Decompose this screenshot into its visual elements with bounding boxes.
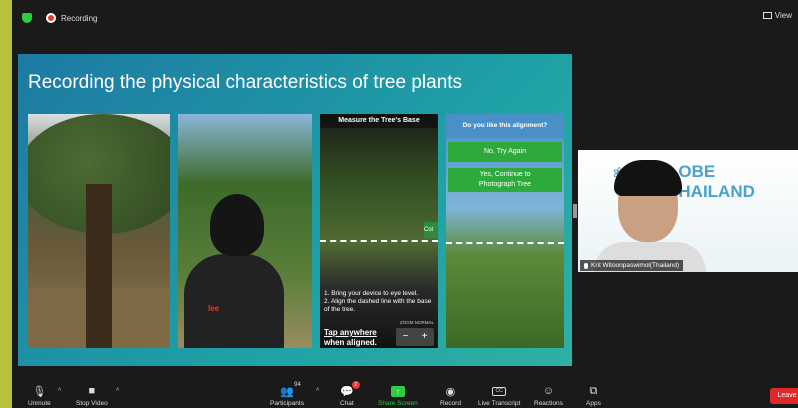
slide-title: Recording the physical characteristics o… — [28, 72, 463, 93]
muted-mic-icon: 🎙 — [32, 385, 47, 398]
leave-button[interactable]: Leave — [770, 388, 798, 404]
chat-badge: 2 — [351, 381, 360, 389]
unmute-button[interactable]: 🎙 Unmute — [28, 384, 51, 408]
shared-slide: Recording the physical characteristics o… — [18, 54, 572, 366]
meeting-toolbar: 🎙 Unmute ^ ■ Stop Video ^ 👥 94 Participa… — [12, 380, 798, 408]
record-icon: ◉ — [445, 385, 456, 398]
no-try-again-button: No, Try Again — [448, 142, 562, 162]
zoom-label: ZOOM NORMAL — [399, 320, 434, 325]
participant-name-tag: Krit Witoonpaswimol(Thailand) — [580, 260, 684, 271]
zoom-meeting-window: Recording View Recording the physical ch… — [0, 0, 798, 408]
video-camera-icon: ■ — [88, 385, 96, 397]
recording-label: Recording — [61, 13, 98, 23]
participants-button[interactable]: 👥 94 Participants — [270, 382, 304, 407]
participants-icon: 👥 94 — [280, 382, 301, 398]
chat-icon: 💬 2 — [340, 381, 360, 398]
alignment-question: Do you like this alignment? — [446, 114, 564, 138]
zoom-minus-icon: − — [402, 331, 409, 342]
apps-button[interactable]: ⧉ Apps — [586, 384, 601, 408]
split-drag-handle[interactable] — [573, 204, 577, 218]
chat-button[interactable]: 💬 2 Chat — [340, 381, 360, 407]
record-button[interactable]: ◉ Record — [440, 384, 461, 408]
participants-count: 94 — [294, 382, 301, 388]
dashed-alignment-line-2 — [446, 242, 564, 244]
view-button[interactable]: View — [762, 11, 792, 20]
dashed-alignment-line — [320, 240, 438, 242]
side-tab: Col — [424, 222, 438, 238]
video-options-chevron-icon[interactable]: ^ — [116, 388, 119, 395]
smiley-icon: ☺ — [542, 385, 555, 397]
app-instructions: 1. Bring your device to eye level. 2. Al… — [324, 290, 432, 313]
top-bar: Recording View — [12, 8, 798, 28]
apps-icon: ⧉ — [589, 384, 598, 397]
share-screen-icon: ↑ — [390, 385, 405, 397]
cc-icon: CC — [492, 386, 507, 396]
participants-options-chevron-icon[interactable]: ^ — [316, 388, 319, 395]
stop-video-button[interactable]: ■ Stop Video — [76, 384, 108, 407]
mic-icon — [584, 262, 588, 269]
recording-icon — [46, 13, 56, 23]
shield-icon[interactable] — [22, 13, 32, 23]
participant-name: Krit Witoonpaswimol(Thailand) — [591, 262, 680, 269]
yes-continue-button: Yes, Continue to Photograph Tree — [448, 168, 562, 192]
photo-person-photographing: lee — [178, 114, 312, 348]
shirt-logo: lee — [208, 304, 220, 313]
brand-text: LOBE THAILAND — [668, 162, 755, 201]
participant-video[interactable]: ⚛ LOBE THAILAND Krit Witoonpaswimol(Thai… — [578, 150, 798, 272]
zoom-control: − + — [396, 328, 434, 346]
app-screen-title: Measure the Tree's Base — [320, 114, 438, 128]
live-transcript-button[interactable]: CC Live Transcript — [478, 384, 520, 407]
photo-big-tree — [28, 114, 170, 348]
left-accent-bar — [0, 0, 12, 408]
reactions-button[interactable]: ☺ Reactions — [534, 384, 563, 407]
share-screen-button[interactable]: ↑ Share Screen — [378, 384, 418, 407]
tap-instruction: Tap anywhere when aligned. — [324, 328, 377, 347]
view-grid-icon — [762, 12, 772, 19]
audio-options-chevron-icon[interactable]: ^ — [58, 388, 61, 395]
view-label: View — [774, 11, 792, 20]
app-alignment-screen: Do you like this alignment? No, Try Agai… — [446, 114, 564, 348]
zoom-plus-icon: + — [421, 331, 428, 342]
app-measure-screen: Measure the Tree's Base Col 1. Bring you… — [320, 114, 438, 348]
